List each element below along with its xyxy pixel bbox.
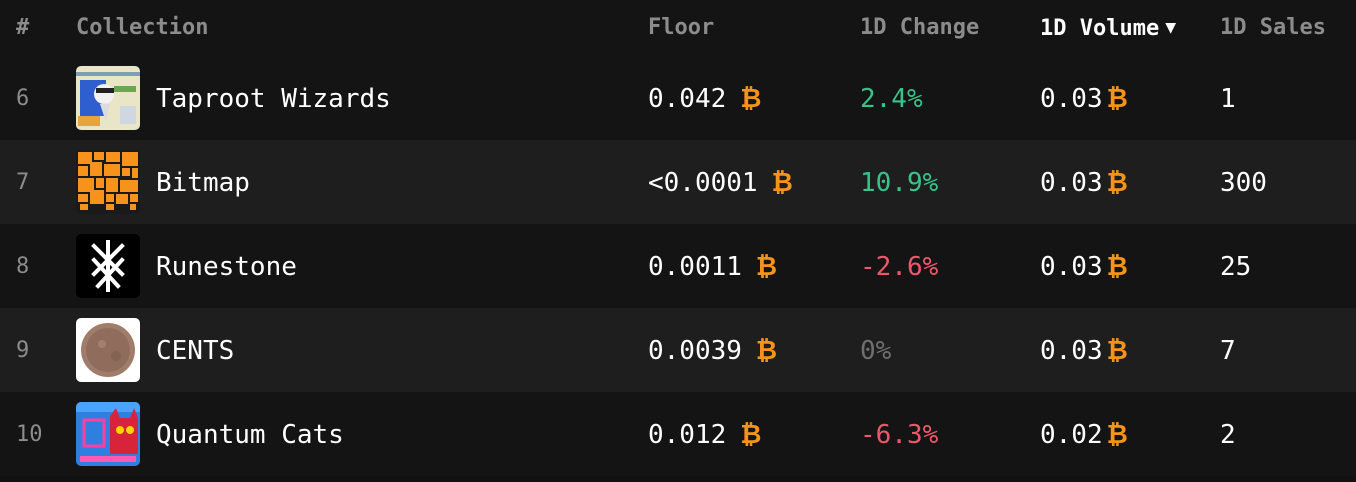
- change-value: -2.6%: [860, 252, 939, 282]
- bitcoin-icon: ₿: [740, 420, 762, 450]
- collection-thumbnail[interactable]: [76, 150, 140, 214]
- floor-value: 0.0011: [648, 252, 742, 282]
- volume-amount: 0.03 ₿: [1040, 252, 1128, 282]
- row-rank: 6: [16, 86, 30, 111]
- sales-value: 1: [1220, 84, 1236, 114]
- change-value: 0%: [860, 336, 892, 366]
- row-rank: 8: [16, 254, 30, 279]
- row-rank: 10: [16, 422, 43, 447]
- sales-value: 2: [1220, 420, 1236, 450]
- change-value: -6.3%: [860, 420, 939, 450]
- table-row[interactable]: 9 CENTS 0.0039 ₿ 0% 0.03 ₿ 7: [0, 308, 1356, 392]
- bitcoin-icon: ₿: [771, 168, 793, 198]
- volume-amount: 0.03 ₿: [1040, 84, 1128, 114]
- floor-price: 0.0011 ₿: [648, 252, 777, 282]
- floor-price: 0.042 ₿: [648, 84, 761, 114]
- bitcoin-icon: ₿: [1106, 336, 1128, 366]
- sales-value: 7: [1220, 336, 1236, 366]
- volume-value: 0.03: [1040, 252, 1103, 282]
- table-row[interactable]: 8 Runestone 0.0011 ₿ -2.6% 0.03 ₿ 25: [0, 224, 1356, 308]
- header-1d-volume[interactable]: 1D Volume ▼: [1040, 14, 1176, 43]
- table-header: # Collection Floor 1D Change 1D Volume ▼ …: [0, 0, 1356, 56]
- floor-value: 0.042: [648, 84, 727, 114]
- sales-value: 300: [1220, 168, 1267, 198]
- floor-value: 0.0039: [648, 336, 742, 366]
- row-rank: 7: [16, 170, 30, 195]
- bitcoin-icon: ₿: [1106, 252, 1128, 282]
- floor-value: 0.012: [648, 420, 727, 450]
- header-floor[interactable]: Floor: [648, 14, 714, 42]
- collections-table: # Collection Floor 1D Change 1D Volume ▼ …: [0, 0, 1356, 482]
- collection-name[interactable]: CENTS: [156, 336, 234, 366]
- bitcoin-icon: ₿: [1106, 168, 1128, 198]
- bitcoin-icon: ₿: [755, 336, 778, 366]
- floor-value: <0.0001: [648, 168, 758, 198]
- change-value: 2.4%: [860, 84, 923, 114]
- row-rank: 9: [16, 338, 30, 363]
- table-row[interactable]: 7 Bitmap <0.0001 ₿ 10.9% 0.03 ₿ 300: [0, 140, 1356, 224]
- header-1d-change[interactable]: 1D Change: [860, 14, 979, 42]
- change-value: 10.9%: [860, 168, 939, 198]
- floor-price: 0.012 ₿: [648, 420, 761, 450]
- collection-thumbnail[interactable]: [76, 402, 140, 466]
- header-1d-volume-label: 1D Volume: [1040, 16, 1160, 41]
- header-rank[interactable]: #: [16, 14, 29, 42]
- collection-name[interactable]: Quantum Cats: [156, 420, 344, 450]
- volume-amount: 0.03 ₿: [1040, 168, 1128, 198]
- floor-price: <0.0001 ₿: [648, 168, 793, 198]
- collection-name[interactable]: Bitmap: [156, 168, 250, 198]
- volume-value: 0.03: [1040, 168, 1103, 198]
- volume-amount: 0.02 ₿: [1040, 420, 1128, 450]
- volume-amount: 0.03 ₿: [1040, 336, 1128, 366]
- table-row[interactable]: 6 Taproot Wizards 0.042 ₿ 2.4% 0.03 ₿ 1: [0, 56, 1356, 140]
- sort-desc-icon: ▼: [1165, 17, 1177, 38]
- collection-name[interactable]: Taproot Wizards: [156, 84, 391, 114]
- volume-value: 0.03: [1040, 84, 1103, 114]
- bitcoin-icon: ₿: [1106, 420, 1128, 450]
- collection-thumbnail[interactable]: [76, 318, 140, 382]
- header-collection[interactable]: Collection: [76, 14, 208, 42]
- floor-price: 0.0039 ₿: [648, 336, 777, 366]
- sales-value: 25: [1220, 252, 1252, 282]
- bitcoin-icon: ₿: [1106, 84, 1128, 114]
- table-row[interactable]: 10 Quantum Cats 0.012 ₿ -6.3% 0.02 ₿ 2: [0, 392, 1356, 476]
- collection-thumbnail[interactable]: [76, 66, 140, 130]
- bitcoin-icon: ₿: [755, 252, 778, 282]
- collection-thumbnail[interactable]: [76, 234, 140, 298]
- collection-name[interactable]: Runestone: [156, 252, 297, 282]
- bitcoin-icon: ₿: [740, 84, 762, 114]
- volume-value: 0.02: [1040, 420, 1103, 450]
- volume-value: 0.03: [1040, 336, 1103, 366]
- header-1d-sales[interactable]: 1D Sales: [1220, 14, 1326, 42]
